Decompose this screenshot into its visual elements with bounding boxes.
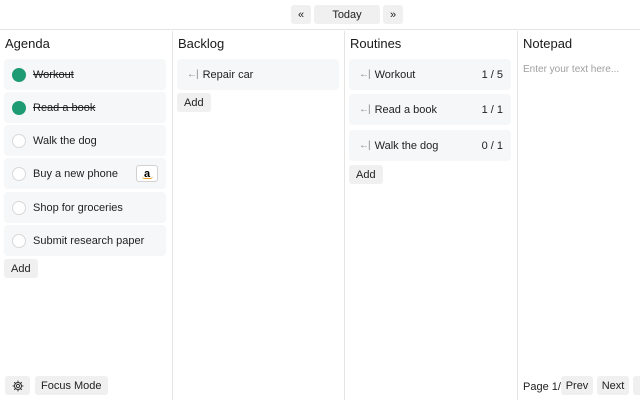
routines-title: Routines <box>350 36 402 51</box>
agenda-item[interactable]: Read a book <box>4 92 166 123</box>
agenda-item-label: Read a book <box>33 101 96 114</box>
agenda-item[interactable]: Buy a new phone a <box>4 158 166 189</box>
routines-column: Routines ←| Workout 1 / 5 ←| Read a book… <box>345 31 518 400</box>
notepad-column: Notepad Page 1/1 Prev Next <box>518 31 640 400</box>
checkbox-checked-icon[interactable] <box>12 67 26 82</box>
date-navigation: « Today » <box>0 0 640 30</box>
next-page-button[interactable]: Next <box>597 376 629 395</box>
routine-item[interactable]: ←| Workout 1 / 5 <box>349 59 511 90</box>
backlog-add-button[interactable]: Add <box>177 93 211 112</box>
checkbox-icon[interactable] <box>12 233 26 248</box>
focus-mode-button[interactable]: Focus Mode <box>35 376 108 395</box>
agenda-item-label: Buy a new phone <box>33 167 119 180</box>
checkbox-checked-icon[interactable] <box>12 100 26 115</box>
prev-day-button[interactable]: « <box>291 5 311 24</box>
routine-count: 1 / 5 <box>481 68 503 81</box>
agenda-item-label: Shop for groceries <box>33 201 123 214</box>
agenda-item-label: Submit research paper <box>33 234 145 247</box>
agenda-item[interactable]: Submit research paper <box>4 225 166 256</box>
routine-item[interactable]: ←| Walk the dog 0 / 1 <box>349 130 511 161</box>
agenda-add-button[interactable]: Add <box>4 259 38 278</box>
agenda-title: Agenda <box>5 36 50 51</box>
agenda-item-label: Workout <box>33 68 74 81</box>
routine-count: 1 / 1 <box>481 103 503 116</box>
arrow-left-bar-icon[interactable]: ←| <box>187 69 199 80</box>
gear-icon <box>12 380 23 391</box>
backlog-title: Backlog <box>178 36 225 51</box>
agenda-item[interactable]: Workout <box>4 59 166 90</box>
routine-item[interactable]: ←| Read a book 1 / 1 <box>349 94 511 125</box>
next-day-button[interactable]: » <box>383 5 403 24</box>
prev-page-button[interactable]: Prev <box>561 376 593 395</box>
more-page-button[interactable] <box>633 376 640 395</box>
agenda-item[interactable]: Walk the dog <box>4 125 166 156</box>
checkbox-icon[interactable] <box>12 133 26 148</box>
agenda-item[interactable]: Shop for groceries <box>4 192 166 223</box>
today-button[interactable]: Today <box>314 5 380 24</box>
notepad-input[interactable] <box>523 61 635 77</box>
amazon-smile-icon <box>142 176 153 179</box>
routines-add-button[interactable]: Add <box>349 165 383 184</box>
arrow-left-bar-icon[interactable]: ←| <box>359 140 371 151</box>
backlog-item[interactable]: ←| Repair car <box>177 59 339 90</box>
backlog-item-label: Repair car <box>202 68 254 81</box>
arrow-left-bar-icon[interactable]: ←| <box>359 69 371 80</box>
settings-button[interactable] <box>5 376 30 395</box>
routine-item-label: Workout <box>374 68 416 81</box>
arrow-left-bar-icon[interactable]: ←| <box>359 104 371 115</box>
backlog-column: Backlog ←| Repair car Add <box>173 31 345 400</box>
checkbox-icon[interactable] <box>12 166 26 181</box>
agenda-column: Agenda Workout Read a book Walk the dog … <box>0 31 173 400</box>
routine-item-label: Walk the dog <box>374 139 439 152</box>
routine-count: 0 / 1 <box>481 139 503 152</box>
agenda-item-label: Walk the dog <box>33 134 97 147</box>
amazon-logo-icon[interactable]: a <box>136 165 158 182</box>
notepad-title: Notepad <box>523 36 573 51</box>
checkbox-icon[interactable] <box>12 200 26 215</box>
routine-item-label: Read a book <box>374 103 437 116</box>
